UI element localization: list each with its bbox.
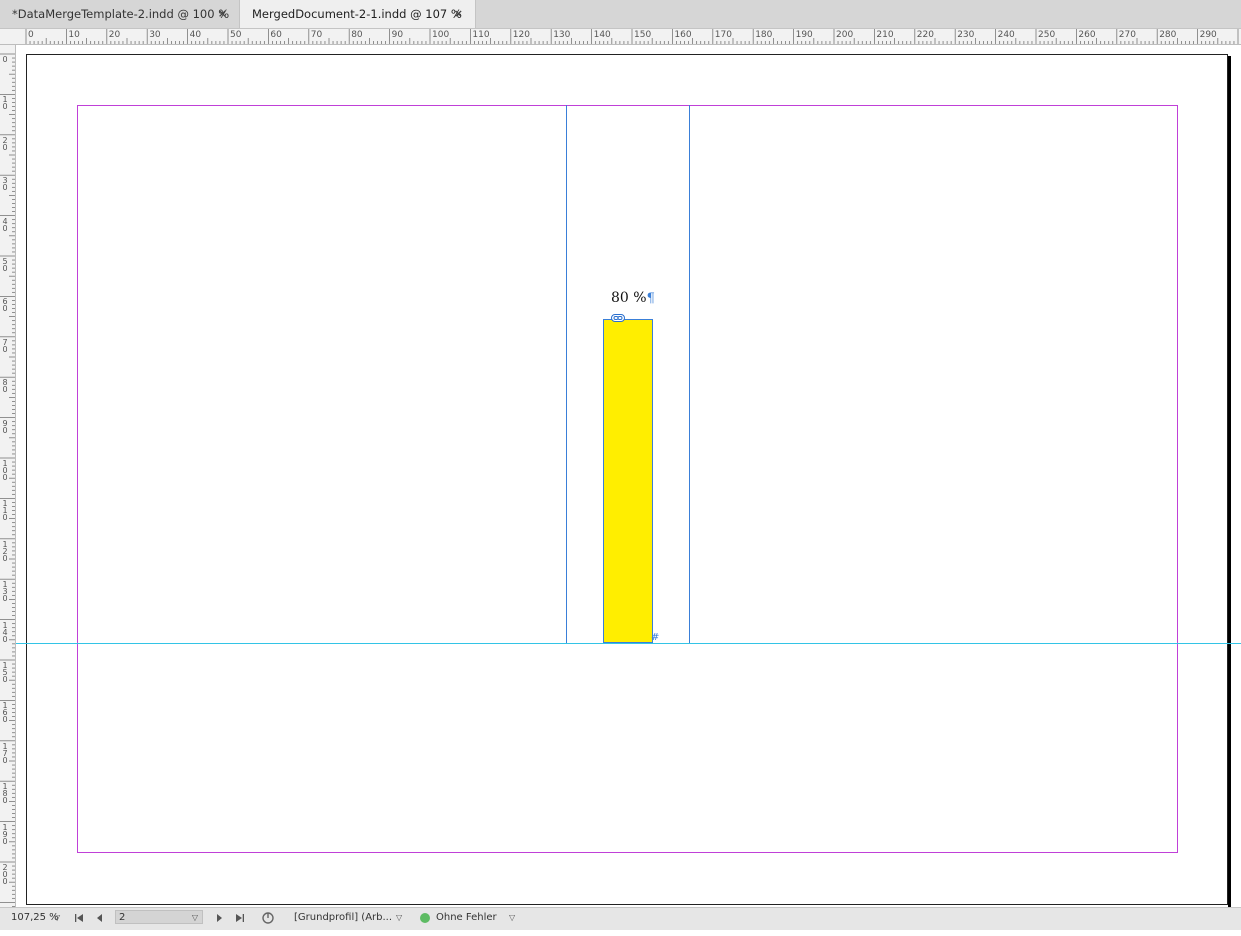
column-guide-left[interactable] <box>566 105 567 643</box>
preflight-status[interactable]: Ohne Fehler <box>436 908 497 928</box>
ruler-label: 160 <box>674 30 692 40</box>
ruler-label: 30 <box>149 30 161 40</box>
ruler-label: 100 <box>2 459 8 482</box>
ruler-label: 90 <box>391 30 404 40</box>
ruler-label: 180 <box>755 30 773 40</box>
tab-label: MergedDocument-2-1.indd @ 107 % <box>252 7 462 21</box>
document-tab-bar: *DataMergeTemplate-2.indd @ 100 % × Merg… <box>0 0 1241 29</box>
ruler-label: 120 <box>2 539 8 563</box>
ruler-label: 70 <box>310 30 323 40</box>
ruler-label: 140 <box>2 620 8 644</box>
tab-merged-document[interactable]: MergedDocument-2-1.indd @ 107 % × <box>240 0 476 28</box>
bar-graphic-frame[interactable] <box>603 319 653 643</box>
ruler-label: 130 <box>553 30 571 40</box>
link-icon[interactable] <box>611 314 625 322</box>
preflight-profile[interactable]: [Grundprofil] (Arb... <box>294 908 392 928</box>
ruler-origin[interactable] <box>0 29 17 45</box>
last-page-icon[interactable] <box>235 908 245 928</box>
ruler-label: 40 <box>189 30 202 40</box>
ruler-label: 0 <box>2 55 8 64</box>
ruler-label: 160 <box>2 701 8 725</box>
page-number-value: 2 <box>119 912 126 923</box>
pilcrow-icon: ¶ <box>646 291 655 306</box>
ruler-label: 220 <box>916 30 934 40</box>
ruler-label: 50 <box>230 30 242 40</box>
ruler-label: 150 <box>2 661 8 684</box>
ruler-label: 180 <box>2 782 8 806</box>
next-page-icon[interactable] <box>216 908 224 928</box>
ruler-label: 60 <box>2 297 8 314</box>
horizontal-ruler[interactable]: 0 10 20 30 40 50 60 70 80 90 100 110 120 130 140 150 160… <box>16 29 1241 45</box>
ruler-label: 20 <box>108 30 121 40</box>
zoom-level[interactable]: 107,25 % <box>11 908 59 928</box>
ruler-label: 60 <box>270 30 282 40</box>
ruler-label: 250 <box>1038 30 1056 40</box>
ruler-label: 70 <box>2 337 8 354</box>
ruler-label: 280 <box>1159 30 1177 40</box>
ruler-label: 10 <box>68 30 80 40</box>
ruler-label: 290 <box>1199 30 1217 40</box>
ruler-label: 170 <box>2 741 8 765</box>
ruler-guide-horizontal[interactable] <box>16 643 1241 644</box>
ruler-label: 230 <box>957 30 975 40</box>
column-guide-right[interactable] <box>689 105 690 643</box>
ruler-label: 80 <box>2 378 8 395</box>
preflight-status-dot <box>420 913 430 923</box>
ruler-label: 30 <box>2 176 8 193</box>
ruler-label: 210 <box>876 30 894 40</box>
ruler-label: 120 <box>512 30 530 40</box>
ruler-label: 190 <box>2 822 8 846</box>
status-bar: 107,25 % ▽ 2 ▽ [Grundprofil] (Arb... ▽ O… <box>0 907 1241 930</box>
ruler-label: 200 <box>836 30 854 40</box>
percent-text: 80 % <box>611 290 647 306</box>
ruler-label: 20 <box>2 135 8 152</box>
chevron-down-icon[interactable]: ▽ <box>54 908 60 928</box>
page-shadow <box>1228 56 1231 907</box>
ruler-label: 10 <box>2 95 8 112</box>
ruler-label: 90 <box>2 418 8 435</box>
chevron-down-icon[interactable]: ▽ <box>396 908 402 928</box>
ruler-label: 240 <box>997 30 1015 40</box>
ruler-label: 140 <box>593 30 611 40</box>
ruler-label: 50 <box>2 257 8 273</box>
overset-marker: # <box>651 632 660 643</box>
percent-text-frame[interactable]: 80 %¶ <box>611 290 655 306</box>
page-number-field[interactable]: 2 ▽ <box>115 910 203 924</box>
prev-page-icon[interactable] <box>95 908 103 928</box>
ruler-label: 260 <box>1078 30 1096 40</box>
chevron-down-icon[interactable]: ▽ <box>509 908 515 928</box>
ruler-label: 110 <box>472 30 490 40</box>
ruler-label: 110 <box>2 499 8 523</box>
close-icon[interactable]: × <box>454 0 463 28</box>
ruler-label: 100 <box>432 30 450 40</box>
close-icon[interactable]: × <box>218 0 227 28</box>
ruler-label: 170 <box>714 30 732 40</box>
chevron-down-icon[interactable]: ▽ <box>192 911 198 925</box>
preflight-icon[interactable] <box>261 908 277 928</box>
ruler-label: 80 <box>351 30 363 40</box>
ruler-label: 200 <box>2 863 8 886</box>
tab-label: *DataMergeTemplate-2.indd @ 100 % <box>12 7 230 21</box>
first-page-icon[interactable] <box>74 908 84 928</box>
vertical-ruler[interactable]: 0 10 20 30 40 50 60 70 80 90 100 110 120 130 140 150 160… <box>0 45 16 907</box>
ruler-label: 130 <box>2 580 8 604</box>
tab-datamerge-template[interactable]: *DataMergeTemplate-2.indd @ 100 % × <box>0 0 240 28</box>
ruler-label: 270 <box>1118 30 1136 40</box>
ruler-label: 190 <box>795 30 813 40</box>
ruler-label: 40 <box>2 216 8 233</box>
ruler-label: 0 <box>28 30 34 40</box>
ruler-label: 150 <box>634 30 652 40</box>
